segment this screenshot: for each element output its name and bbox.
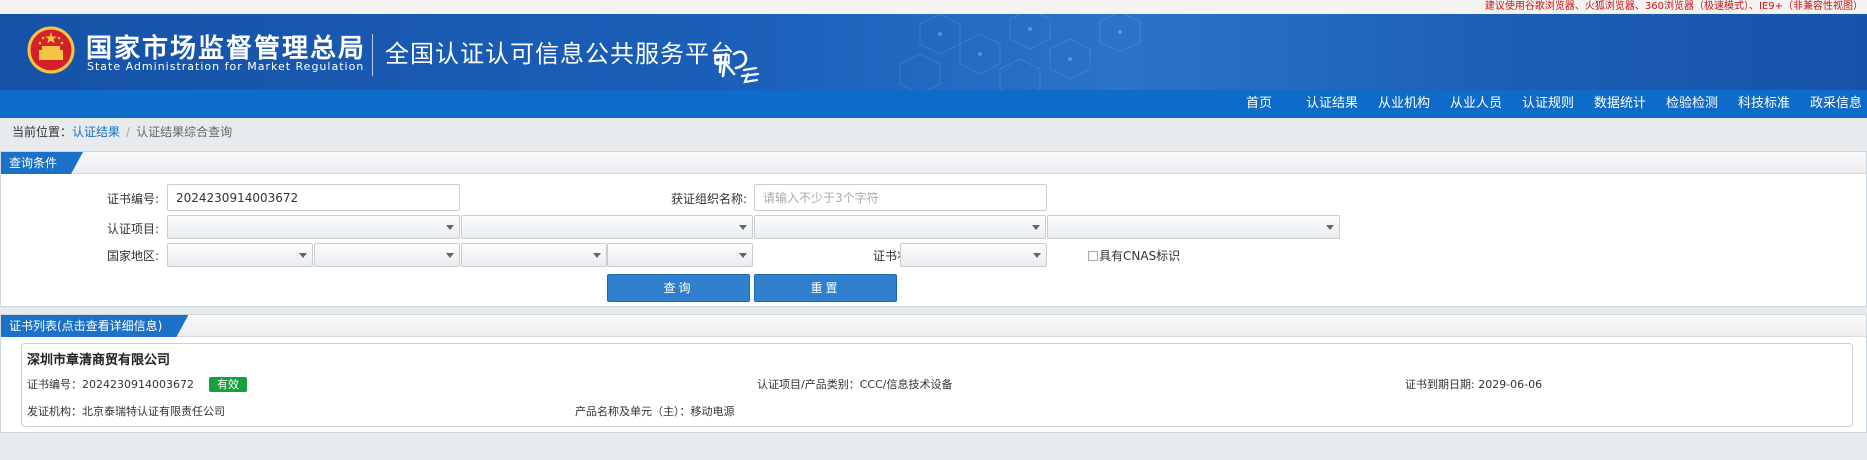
reset-button[interactable]: 重置 [754, 274, 897, 302]
nav-item-home[interactable]: 首页 [1246, 90, 1272, 118]
site-header: 国家市场监督管理总局 State Administration for Mark… [0, 14, 1867, 90]
chevron-down-icon [1032, 225, 1040, 230]
nav-item-institutions[interactable]: 从业机构 [1378, 90, 1430, 118]
breadcrumb: 当前位置：认证结果 / 认证结果综合查询 [12, 124, 232, 140]
chevron-down-icon [1033, 253, 1041, 258]
region-select-3[interactable] [461, 243, 607, 267]
result-cert-no: 证书编号：2024230914003672 [27, 378, 194, 391]
result-card[interactable]: 深圳市章清商贸有限公司 证书编号：2024230914003672 有效 认证项… [21, 343, 1853, 427]
header-divider [372, 34, 373, 76]
region-select-2[interactable] [314, 243, 460, 267]
status-select[interactable] [900, 243, 1047, 267]
chevron-down-icon [446, 225, 454, 230]
project-label: 认证项目: [106, 222, 159, 236]
org-name-label: 获证组织名称: [670, 192, 747, 206]
breadcrumb-separator: / [126, 125, 131, 139]
breadcrumb-prefix: 当前位置： [12, 125, 73, 139]
browser-notice: 建议使用谷歌浏览器、火狐浏览器、360浏览器（极速模式）、IE9+（非兼容性视图… [1484, 1, 1863, 12]
nav-item-statistics[interactable]: 数据统计 [1594, 90, 1646, 118]
chevron-down-icon [593, 253, 601, 258]
query-panel: 查询条件 证书编号: 获证组织名称: 认证项目: 国家地区: 证书状态: 具有C… [0, 151, 1867, 307]
platform-title: 全国认证认可信息公共服务平台 [385, 40, 735, 68]
nav-item-rules[interactable]: 认证规则 [1522, 90, 1574, 118]
cnas-checkbox[interactable] [1088, 251, 1098, 261]
national-emblem-icon [27, 26, 75, 74]
cert-no-input[interactable] [167, 184, 460, 211]
query-panel-title: 查询条件 [1, 152, 83, 174]
cnas-checkbox-wrap[interactable]: 具有CNAS标识 [1088, 249, 1180, 263]
result-product: 产品名称及单元（主）：移动电源 [575, 405, 735, 418]
project-select-4[interactable] [1047, 215, 1340, 239]
main-nav: 首页 认证结果 从业机构 从业人员 认证规则 数据统计 检验检测 科技标准 政采… [0, 90, 1867, 118]
result-expiry: 证书到期日期: 2029-06-06 [1405, 378, 1543, 391]
results-panel-header: 证书列表(点击查看详细信息) [1, 315, 1866, 337]
chevron-down-icon [446, 253, 454, 258]
project-select-1[interactable] [167, 215, 460, 239]
chevron-down-icon [739, 253, 747, 258]
project-select-3[interactable] [754, 215, 1046, 239]
status-badge: 有效 [209, 377, 247, 392]
result-project: 认证项目/产品类别：CCC/信息技术设备 [757, 378, 953, 391]
chevron-down-icon [739, 225, 747, 230]
search-button[interactable]: 查询 [607, 274, 750, 302]
hex-pattern-decoration [899, 14, 1141, 90]
browser-notice-bar: 建议使用谷歌浏览器、火狐浏览器、360浏览器（极速模式）、IE9+（非兼容性视图… [0, 0, 1867, 14]
nav-item-procurement[interactable]: 政采信息 [1810, 90, 1862, 118]
breadcrumb-current: 认证结果综合查询 [136, 125, 233, 139]
result-company-name[interactable]: 深圳市章清商贸有限公司 [27, 349, 170, 368]
platform-logo-icon [713, 50, 760, 84]
region-select-4[interactable] [607, 243, 753, 267]
nav-item-inspection[interactable]: 检验检测 [1666, 90, 1718, 118]
nav-item-cert-results[interactable]: 认证结果 [1306, 90, 1358, 118]
project-select-2[interactable] [461, 215, 753, 239]
region-label: 国家地区: [106, 249, 159, 263]
results-panel-title: 证书列表(点击查看详细信息) [1, 315, 188, 337]
result-issuer: 发证机构：北京泰瑞特认证有限责任公司 [27, 405, 225, 418]
results-panel: 证书列表(点击查看详细信息) 深圳市章清商贸有限公司 证书编号：20242309… [0, 314, 1867, 433]
nav-item-personnel[interactable]: 从业人员 [1450, 90, 1502, 118]
cnas-checkbox-label: 具有CNAS标识 [1099, 249, 1181, 263]
chevron-down-icon [299, 253, 307, 258]
query-panel-header: 查询条件 [1, 152, 1866, 174]
chevron-down-icon [1326, 225, 1334, 230]
breadcrumb-parent-link[interactable]: 认证结果 [72, 125, 120, 139]
region-select-1[interactable] [167, 243, 313, 267]
org-name-input[interactable] [754, 184, 1047, 211]
cert-no-label: 证书编号: [106, 192, 159, 206]
org-name-en: State Administration for Market Regulati… [87, 60, 365, 73]
nav-item-standards[interactable]: 科技标准 [1738, 90, 1790, 118]
